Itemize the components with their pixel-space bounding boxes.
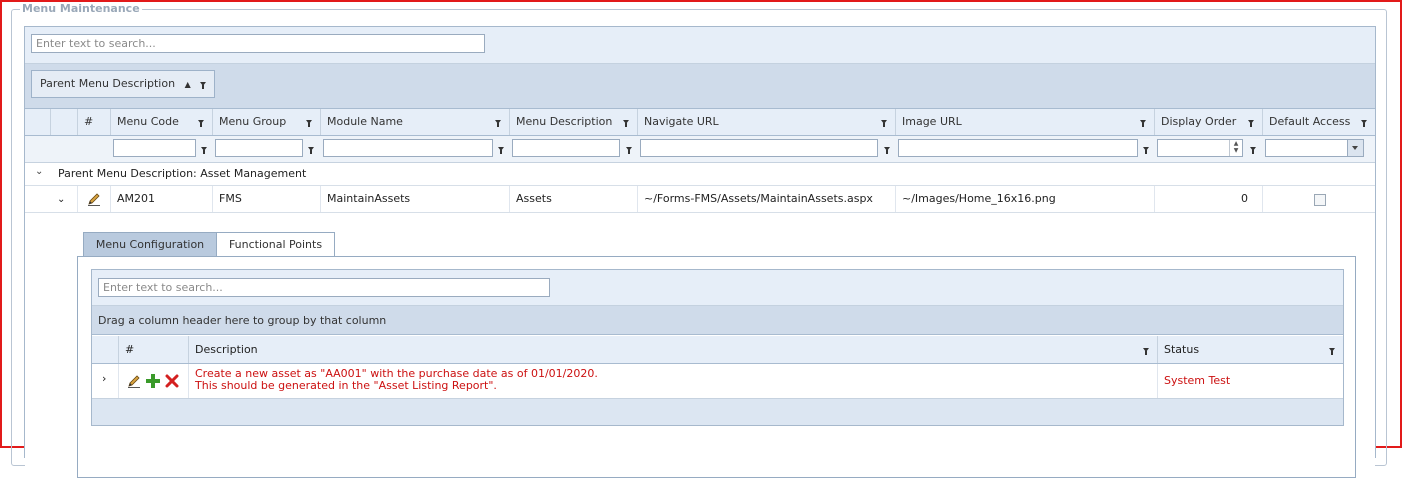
filter-menu-group[interactable] bbox=[215, 139, 303, 157]
header-display-order[interactable]: Display Order bbox=[1155, 109, 1263, 135]
column-header-row: # Menu Code Menu Group Module Name Menu … bbox=[25, 109, 1375, 136]
filter-display-order[interactable]: ▲ ▼ bbox=[1157, 139, 1243, 157]
filter-icon[interactable] bbox=[198, 120, 204, 127]
header-menu-group[interactable]: Menu Group bbox=[213, 109, 321, 135]
cell-status: System Test bbox=[1164, 374, 1231, 387]
edit-cell[interactable] bbox=[78, 186, 111, 212]
add-icon[interactable] bbox=[145, 373, 161, 389]
default-access-checkbox[interactable] bbox=[1314, 194, 1326, 206]
group-chip-parent-menu-description[interactable]: Parent Menu Description ▲ bbox=[31, 70, 216, 98]
chevron-down-icon[interactable] bbox=[1347, 140, 1363, 156]
group-row-label: Parent Menu Description: Asset Managemen… bbox=[58, 167, 307, 180]
sub-expand-row[interactable]: › bbox=[92, 364, 119, 398]
table-row[interactable]: ⌄ AM201 FMS MaintainAssets Assets ~/Form… bbox=[25, 186, 1375, 213]
sub-search-input[interactable]: Enter text to search... bbox=[98, 278, 550, 297]
filter-icon[interactable] bbox=[1250, 147, 1256, 154]
sub-header-description[interactable]: Description bbox=[189, 336, 1158, 363]
filter-icon[interactable] bbox=[498, 147, 504, 154]
grid-search-bar: Enter text to search... bbox=[25, 27, 1375, 64]
delete-icon[interactable] bbox=[165, 374, 179, 388]
chevron-down-icon[interactable]: ⌄ bbox=[57, 194, 65, 205]
sub-actions-cell bbox=[119, 364, 189, 398]
cell-menu-description: Assets bbox=[510, 186, 638, 212]
header-number: # bbox=[78, 109, 111, 135]
edit-pencil-icon[interactable] bbox=[86, 191, 102, 207]
filter-icon[interactable] bbox=[1329, 348, 1335, 355]
menu-grid: Enter text to search... Parent Menu Desc… bbox=[24, 26, 1376, 478]
section-title: Menu Maintenance bbox=[22, 2, 140, 15]
group-row[interactable]: ⌄ Parent Menu Description: Asset Managem… bbox=[25, 163, 1375, 186]
edit-pencil-icon[interactable] bbox=[126, 373, 142, 389]
functional-point-row[interactable]: › Create a new asset as "AA001" with the… bbox=[92, 364, 1343, 399]
header-navigate-url[interactable]: Navigate URL bbox=[638, 109, 896, 135]
cell-default-access bbox=[1263, 186, 1375, 212]
filter-icon[interactable] bbox=[201, 147, 207, 154]
sub-header-row: # Description Status bbox=[92, 336, 1343, 364]
filter-icon[interactable] bbox=[881, 120, 887, 127]
filter-icon[interactable] bbox=[308, 147, 314, 154]
filter-icon[interactable] bbox=[1143, 147, 1149, 154]
filter-navigate-url[interactable] bbox=[640, 139, 878, 157]
filter-menu-description[interactable] bbox=[512, 139, 620, 157]
cell-image-url: ~/Images/Home_16x16.png bbox=[896, 186, 1155, 212]
cell-description: Create a new asset as "AA001" with the p… bbox=[189, 364, 1158, 398]
filter-icon[interactable] bbox=[884, 147, 890, 154]
header-default-access[interactable]: Default Access bbox=[1263, 109, 1375, 135]
filter-menu-code[interactable] bbox=[113, 139, 196, 157]
filter-icon[interactable] bbox=[1140, 120, 1146, 127]
filter-icon[interactable] bbox=[1361, 120, 1367, 127]
filter-module-name[interactable] bbox=[323, 139, 493, 157]
group-chip-label: Parent Menu Description bbox=[40, 77, 176, 90]
filter-image-url[interactable] bbox=[898, 139, 1138, 157]
filter-icon[interactable] bbox=[623, 120, 629, 127]
header-module-name[interactable]: Module Name bbox=[321, 109, 510, 135]
tab-menu-configuration[interactable]: Menu Configuration bbox=[83, 232, 217, 257]
header-menu-code[interactable]: Menu Code bbox=[111, 109, 213, 135]
tab-functional-points[interactable]: Functional Points bbox=[216, 232, 335, 257]
cell-display-order: 0 bbox=[1155, 186, 1263, 212]
cell-menu-code: AM201 bbox=[111, 186, 213, 212]
filter-default-access-dropdown[interactable] bbox=[1265, 139, 1364, 157]
sub-grid-footer bbox=[92, 399, 1343, 425]
group-panel: Parent Menu Description ▲ bbox=[25, 64, 1375, 109]
filter-icon[interactable] bbox=[1143, 348, 1149, 355]
tab-panel: Enter text to search... Drag a column he… bbox=[77, 256, 1356, 478]
header-image-url[interactable]: Image URL bbox=[896, 109, 1155, 135]
chevron-down-icon[interactable]: ⌄ bbox=[35, 166, 43, 177]
cell-navigate-url: ~/Forms-FMS/Assets/MaintainAssets.aspx bbox=[638, 186, 896, 212]
header-spacer bbox=[25, 109, 51, 135]
filter-icon[interactable] bbox=[495, 120, 501, 127]
header-menu-description[interactable]: Menu Description bbox=[510, 109, 638, 135]
filter-row: ▲ ▼ bbox=[25, 136, 1375, 163]
filter-icon[interactable] bbox=[626, 147, 632, 154]
detail-row: Menu Configuration Functional Points Ent… bbox=[25, 213, 1375, 478]
filter-icon[interactable] bbox=[1248, 120, 1254, 127]
filter-icon[interactable] bbox=[306, 120, 312, 127]
expand-row[interactable]: ⌄ bbox=[51, 186, 78, 212]
sub-header-status[interactable]: Status bbox=[1158, 336, 1343, 363]
cell-module-name: MaintainAssets bbox=[321, 186, 510, 212]
filter-icon[interactable] bbox=[200, 82, 207, 89]
chevron-right-icon[interactable]: › bbox=[102, 372, 106, 385]
group-hint-panel: Drag a column header here to group by th… bbox=[92, 306, 1343, 335]
header-spacer-2 bbox=[51, 109, 78, 135]
search-input[interactable]: Enter text to search... bbox=[31, 34, 485, 53]
sub-search-bar: Enter text to search... bbox=[92, 270, 1343, 306]
functional-points-grid: Enter text to search... Drag a column he… bbox=[91, 269, 1344, 426]
spinner-arrows-icon[interactable]: ▲ ▼ bbox=[1229, 140, 1242, 156]
sub-header-number: # bbox=[119, 336, 189, 363]
sort-ascending-icon: ▲ bbox=[184, 80, 191, 89]
cell-menu-group: FMS bbox=[213, 186, 321, 212]
